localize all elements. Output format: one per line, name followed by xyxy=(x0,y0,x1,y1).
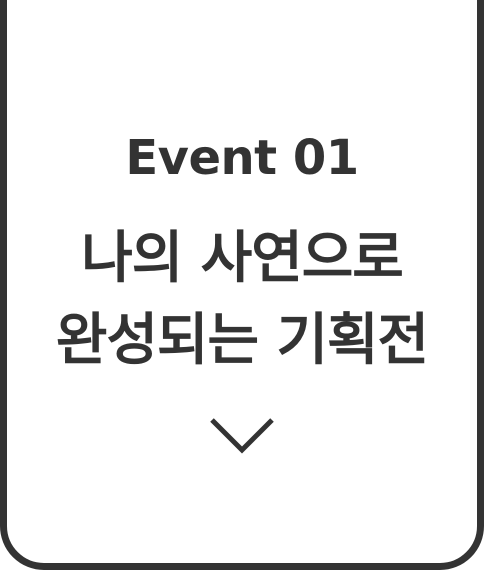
event-title-line-1: 나의 사연으로 xyxy=(81,226,404,291)
event-title-line-2: 완성되는 기획전 xyxy=(55,308,429,373)
event-label: Event 01 xyxy=(125,130,359,186)
chevron-down-icon xyxy=(210,418,274,454)
expand-button[interactable] xyxy=(206,408,278,462)
event-title: 나의 사연으로 완성되는 기획전 xyxy=(0,218,484,382)
